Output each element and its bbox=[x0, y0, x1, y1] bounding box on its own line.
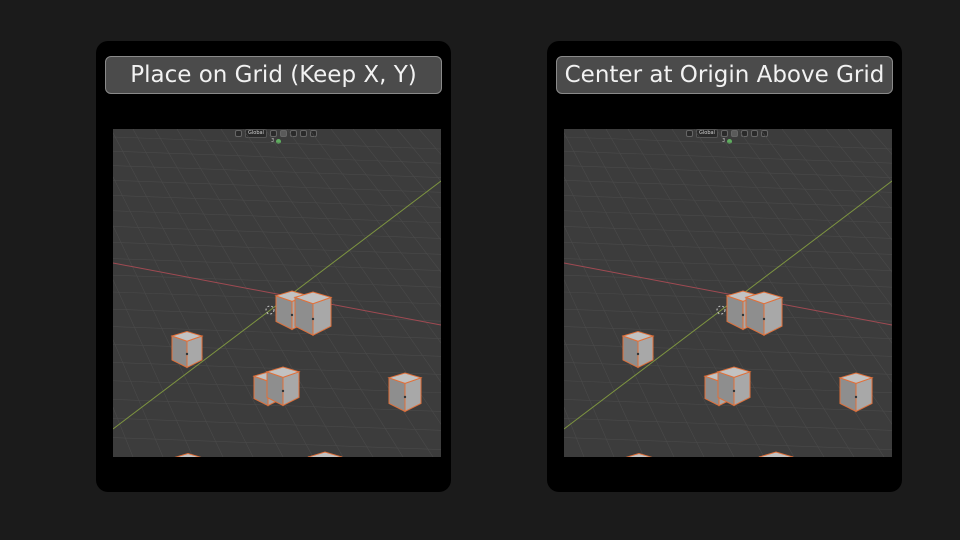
floor-grid bbox=[113, 129, 441, 457]
cube-object bbox=[716, 366, 752, 407]
cube-object bbox=[293, 291, 333, 337]
floor-grid bbox=[564, 129, 892, 457]
cube-object bbox=[758, 451, 794, 457]
cube-object bbox=[621, 330, 655, 369]
comparison-panel-right: Center at Origin Above Grid Global 3 bbox=[547, 41, 902, 492]
cube-object bbox=[744, 291, 784, 337]
panel-caption: Place on Grid (Keep X, Y) bbox=[105, 56, 442, 94]
cube-object bbox=[307, 451, 343, 457]
cube-object bbox=[170, 330, 204, 369]
3d-viewport[interactable]: Global 3 bbox=[564, 129, 892, 457]
cube-object bbox=[838, 372, 874, 413]
comparison-panel-left: Place on Grid (Keep X, Y) Global 3 bbox=[96, 41, 451, 492]
viewport-scene bbox=[564, 129, 892, 457]
panel-caption: Center at Origin Above Grid bbox=[556, 56, 893, 94]
cube-object bbox=[625, 452, 653, 457]
viewport-scene bbox=[113, 129, 441, 457]
cube-object bbox=[174, 452, 202, 457]
cube-object bbox=[265, 366, 301, 407]
cube-object bbox=[387, 372, 423, 413]
3d-viewport[interactable]: Global 3 bbox=[113, 129, 441, 457]
